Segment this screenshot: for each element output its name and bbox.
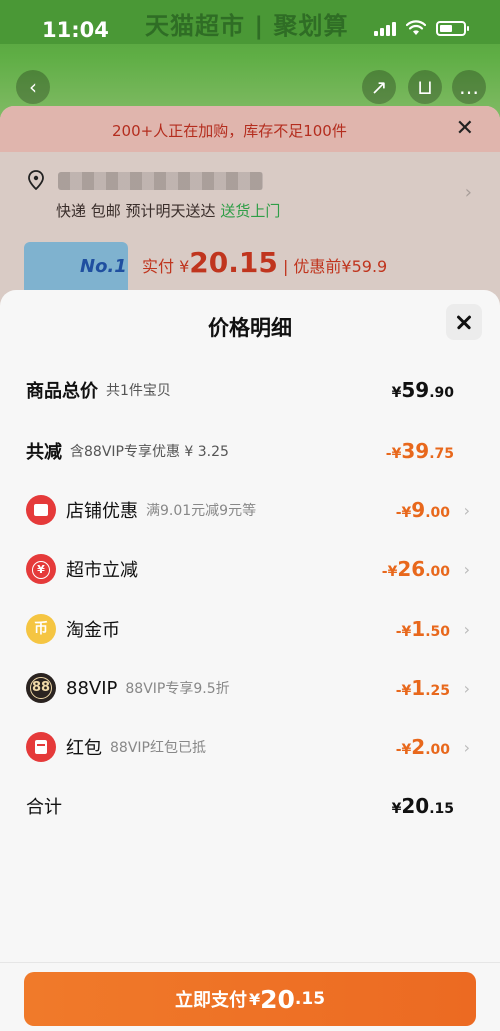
- share-icon[interactable]: ↗: [362, 70, 396, 104]
- red-packet-icon: [26, 732, 56, 762]
- pay-amount-dec: .15: [294, 989, 326, 1009]
- row-amount: -¥9.00: [395, 498, 450, 522]
- price-prefix: 实付 ¥: [142, 257, 190, 276]
- row-note: 88VIP红包已抵: [110, 740, 206, 756]
- row-label: 共减: [26, 442, 62, 463]
- price-value: 20.15: [189, 246, 278, 279]
- coin-icon: 币: [26, 614, 56, 644]
- battery-icon: [436, 20, 469, 36]
- chevron-right-icon: ›: [463, 500, 470, 520]
- pay-currency: ¥: [248, 989, 261, 1009]
- signal-icon: [374, 20, 396, 36]
- status-time: 11:04: [42, 18, 109, 42]
- close-icon[interactable]: [446, 304, 482, 340]
- row-note: 共1件宝贝: [106, 383, 171, 399]
- address-blurred: [58, 172, 263, 190]
- price-row-total-goods: 商品总价 共1件宝贝 ¥59.90: [26, 370, 474, 410]
- modal-title: 价格明细: [208, 316, 292, 340]
- row-amount: -¥39.75: [385, 439, 454, 463]
- price-row-sum: 合计 ¥20.15: [26, 786, 474, 826]
- row-label: 红包: [66, 738, 102, 759]
- shipping-info: 快递 包邮 预计明天送达 送货上门: [56, 200, 280, 221]
- alert-close-icon[interactable]: ✕: [456, 116, 474, 141]
- price-row-taojinbi[interactable]: 币 淘金币 -¥1.50 ›: [26, 609, 474, 649]
- background-price: 实付 ¥20.15 | 优惠前¥59.9: [142, 246, 387, 279]
- vip88-icon: 88: [26, 673, 56, 703]
- row-note: 88VIP专享9.5折: [125, 681, 230, 697]
- row-label: 店铺优惠: [66, 501, 138, 522]
- row-label: 超市立减: [66, 560, 138, 581]
- pay-label: 立即支付: [174, 990, 247, 1011]
- row-label: 商品总价: [26, 381, 98, 402]
- row-label: 淘金币: [66, 620, 120, 641]
- price-row-red-packet[interactable]: 红包 88VIP红包已抵 -¥2.00 ›: [26, 727, 474, 767]
- chevron-right-icon: ›: [463, 737, 470, 757]
- row-amount: -¥1.50: [395, 617, 450, 641]
- row-amount: -¥2.00: [395, 735, 450, 759]
- row-note: 满9.01元减9元等: [146, 503, 257, 519]
- row-amount: ¥20.15: [391, 794, 454, 818]
- pay-amount-int: 20: [260, 984, 295, 1014]
- row-label: 88VIP: [66, 677, 118, 699]
- chevron-right-icon: ›: [463, 678, 470, 698]
- pay-now-button[interactable]: 立即支付 ¥ 20 .15: [24, 972, 476, 1026]
- row-note: 含88VIP专享优惠 ¥ 3.25: [70, 444, 229, 460]
- chevron-right-icon: ›: [463, 559, 470, 579]
- shipping-text: 快递 包邮 预计明天送达: [56, 202, 216, 220]
- row-label: 合计: [26, 797, 62, 818]
- stock-alert-text: 200+人正在加购，库存不足100件: [112, 122, 347, 140]
- price-detail-modal: 价格明细 商品总价 共1件宝贝 ¥59.90 共减 含88VIP专享优惠 ¥ 3…: [0, 290, 500, 1031]
- chevron-right-icon: ›: [463, 619, 470, 639]
- price-row-shop-discount[interactable]: 店铺优惠 满9.01元减9元等 -¥9.00 ›: [26, 490, 474, 530]
- price-row-market-discount[interactable]: ¥ 超市立减 -¥26.00 ›: [26, 549, 474, 589]
- door-delivery-link[interactable]: 送货上门: [220, 202, 280, 220]
- status-icons: [374, 20, 469, 36]
- row-amount: ¥59.90: [391, 378, 454, 402]
- back-button[interactable]: ‹: [16, 70, 50, 104]
- price-row-88vip[interactable]: 88 88VIP 88VIP专享9.5折 -¥1.25 ›: [26, 668, 474, 708]
- shop-icon: [26, 495, 56, 525]
- row-amount: -¥26.00: [381, 557, 450, 581]
- yen-icon: ¥: [26, 554, 56, 584]
- status-bar: 11:04: [0, 0, 500, 60]
- price-row-total-discount: 共减 含88VIP专享优惠 ¥ 3.25 -¥39.75: [26, 431, 474, 471]
- more-icon[interactable]: …: [452, 70, 486, 104]
- cart-icon[interactable]: ⊔: [408, 70, 442, 104]
- row-amount: -¥1.25: [395, 676, 450, 700]
- address-chevron-icon[interactable]: ›: [465, 182, 472, 203]
- location-pin-icon: [28, 170, 44, 190]
- wifi-icon: [406, 20, 426, 35]
- thumbnail-label: No.1: [80, 256, 127, 277]
- price-before: | 优惠前¥59.9: [282, 257, 388, 276]
